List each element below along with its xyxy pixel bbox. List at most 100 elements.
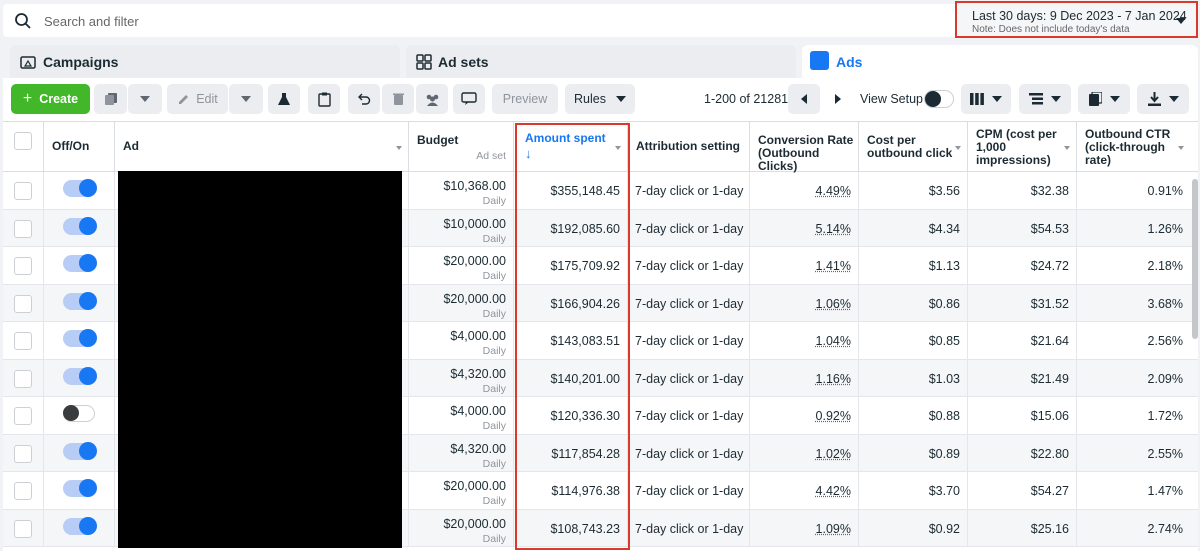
cpm-value: $32.38 [1030, 184, 1069, 198]
header-budget[interactable]: Budget Ad set [409, 122, 514, 172]
conversion-rate-cell[interactable]: 5.14% [750, 209, 859, 247]
duplicate-dropdown[interactable] [128, 84, 162, 114]
duplicate-button[interactable] [94, 84, 127, 114]
header-cost-per-click[interactable]: Cost per outbound click [859, 122, 968, 172]
ad-status-toggle[interactable] [63, 441, 97, 460]
conversion-rate-value[interactable]: 1.04% [816, 334, 851, 348]
conversion-rate-cell[interactable]: 1.04% [750, 322, 859, 359]
chevron-down-icon [1176, 18, 1186, 24]
conversion-rate-cell[interactable]: 4.42% [750, 472, 859, 509]
clipboard-button[interactable] [308, 84, 340, 114]
ad-status-toggle[interactable] [63, 216, 97, 235]
row-checkbox[interactable] [14, 294, 32, 313]
attribution-cell: 7-day click or 1-day ... [628, 397, 750, 434]
conversion-rate-value[interactable]: 1.09% [816, 522, 851, 536]
tab-ad-sets[interactable]: Ad sets [406, 45, 796, 79]
conversion-rate-cell[interactable]: 1.02% [750, 434, 859, 472]
view-setup-toggle[interactable] [924, 90, 954, 108]
header-ad[interactable]: Ad [115, 122, 409, 172]
create-button[interactable]: + Create [11, 84, 90, 114]
date-range-picker[interactable]: Last 30 days: 9 Dec 2023 - 7 Jan 2024 No… [955, 1, 1198, 38]
header-conversion-rate[interactable]: Conversion Rate (Outbound Clicks) [750, 122, 859, 173]
vertical-scrollbar[interactable] [1192, 179, 1198, 339]
conversion-rate-cell[interactable]: 4.49% [750, 172, 859, 209]
budget-cell: $4,320.00 Daily [409, 434, 514, 472]
edit-button[interactable]: Edit [167, 84, 228, 114]
previous-page-button[interactable] [788, 84, 820, 114]
conversion-rate-value[interactable]: 0.92% [816, 409, 851, 423]
row-checkbox[interactable] [14, 444, 32, 463]
cost-per-click-value: $0.86 [928, 296, 960, 311]
conversion-rate-cell[interactable]: 1.06% [750, 284, 859, 322]
row-select-cell [3, 397, 44, 434]
row-select-cell [3, 434, 44, 472]
conversion-rate-value[interactable]: 1.02% [816, 447, 851, 461]
row-checkbox[interactable] [14, 257, 32, 275]
ad-status-toggle[interactable] [63, 254, 97, 272]
ad-status-toggle[interactable] [63, 179, 97, 197]
chevron-down-icon [615, 96, 626, 102]
row-checkbox[interactable] [14, 182, 32, 200]
row-toggle-cell [44, 397, 115, 434]
ad-status-toggle[interactable] [63, 405, 95, 422]
amount-spent-highlight [515, 123, 630, 550]
toggle-knob [79, 329, 97, 347]
header-label: Attribution setting [636, 139, 740, 153]
ad-status-toggle[interactable] [63, 516, 97, 535]
ab-test-button[interactable] [268, 84, 300, 114]
reports-button[interactable] [1078, 84, 1130, 114]
conversion-rate-value[interactable]: 5.14% [816, 222, 851, 236]
undo-button[interactable] [348, 84, 380, 114]
preview-button[interactable]: Preview [492, 84, 558, 114]
ad-status-toggle[interactable] [63, 329, 97, 347]
header-label: Outbound CTR (click-through rate) [1085, 127, 1171, 167]
row-checkbox[interactable] [14, 332, 32, 350]
budget-cell: $4,000.00 Daily [409, 322, 514, 359]
breakdown-button[interactable] [1019, 84, 1071, 114]
cost-per-click-cell: $4.34 [859, 209, 968, 247]
conversion-rate-value[interactable]: 1.06% [816, 297, 851, 311]
tab-label: Ads [836, 54, 863, 70]
automated-rules-button[interactable] [453, 84, 485, 114]
search-input[interactable]: Search and filter [44, 14, 139, 29]
cost-per-click-value: $0.89 [928, 446, 960, 461]
delete-button[interactable] [382, 84, 414, 114]
toolbar: + Create Edit Preview Rules 1-200 of 212… [3, 78, 1198, 121]
ad-status-toggle[interactable] [63, 479, 97, 497]
header-ctr[interactable]: Outbound CTR (click-through rate) [1077, 122, 1198, 172]
ad-status-toggle[interactable] [63, 291, 97, 310]
header-off-on[interactable]: Off/On [44, 122, 115, 172]
header-attribution[interactable]: Attribution setting [628, 122, 750, 172]
next-page-button[interactable] [822, 84, 854, 114]
budget-period: Daily [482, 532, 506, 545]
row-checkbox[interactable] [14, 482, 32, 500]
ctr-cell: 2.74% [1077, 510, 1190, 547]
ctr-cell: 2.09% [1077, 360, 1190, 397]
toggle-knob [79, 366, 97, 385]
conversion-rate-value[interactable]: 1.16% [816, 372, 851, 386]
conversion-rate-cell[interactable]: 1.41% [750, 247, 859, 284]
conversion-rate-cell[interactable]: 1.09% [750, 509, 859, 547]
columns-button[interactable] [961, 84, 1011, 114]
row-checkbox[interactable] [14, 519, 32, 538]
header-label: Budget [417, 133, 459, 147]
tab-ads[interactable]: Ads [802, 45, 1198, 79]
conversion-rate-value[interactable]: 1.41% [816, 259, 851, 273]
select-all-checkbox[interactable] [14, 132, 32, 150]
header-cpm[interactable]: CPM (cost per 1,000 impressions) [968, 122, 1077, 172]
budget-cell: $20,000.00 Daily [409, 472, 514, 509]
rules-dropdown[interactable]: Rules [565, 84, 635, 114]
row-checkbox[interactable] [14, 219, 32, 238]
edit-dropdown[interactable] [229, 84, 263, 114]
tab-campaigns[interactable]: Campaigns [10, 45, 400, 79]
export-button[interactable] [1137, 84, 1189, 114]
conversion-rate-value[interactable]: 4.42% [816, 484, 851, 498]
row-checkbox[interactable] [14, 369, 32, 388]
audience-button[interactable] [416, 84, 448, 114]
row-checkbox[interactable] [14, 407, 32, 425]
attribution-cell: 7-day click or 1-day ... [628, 359, 750, 397]
conversion-rate-value[interactable]: 4.49% [816, 184, 851, 198]
ad-status-toggle[interactable] [63, 366, 97, 385]
conversion-rate-cell[interactable]: 1.16% [750, 359, 859, 397]
conversion-rate-cell[interactable]: 0.92% [750, 397, 859, 434]
